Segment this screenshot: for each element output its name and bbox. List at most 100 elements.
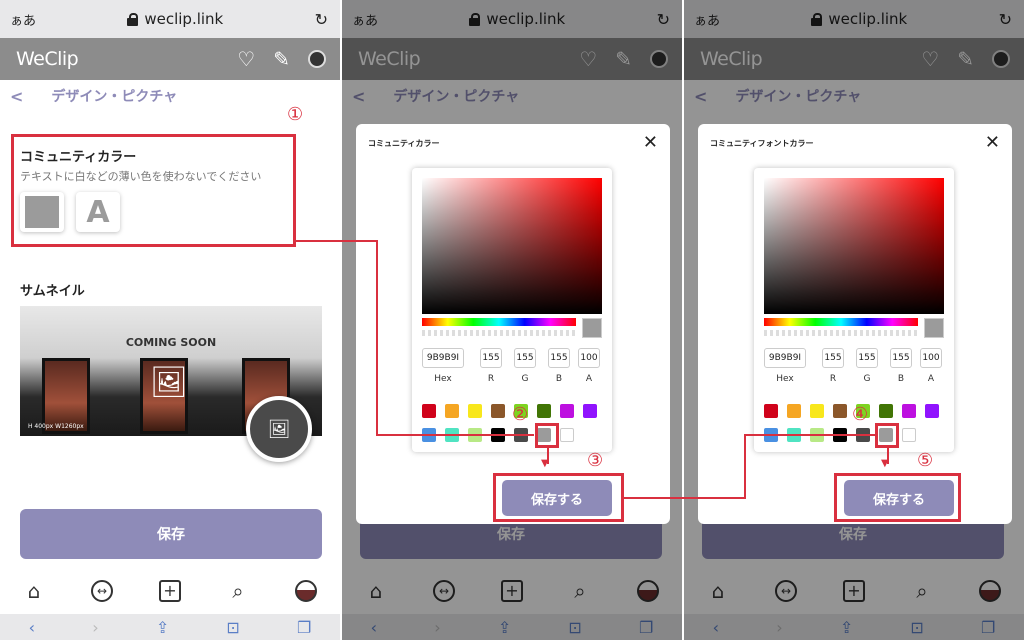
safari-toolbar: ‹ › ⇪ ⊡ ❐ <box>0 614 340 640</box>
preset-swatch[interactable] <box>560 428 574 442</box>
preset-swatch[interactable] <box>468 404 482 418</box>
hue-slider[interactable] <box>422 318 576 326</box>
a-field[interactable]: 100 <box>578 348 600 368</box>
annotation-5: ⑤ <box>917 450 934 471</box>
r-field[interactable]: 155 <box>822 348 844 368</box>
hex-field[interactable]: 9B9B9I <box>764 348 806 368</box>
preset-swatch[interactable] <box>810 404 824 418</box>
tabs-icon[interactable]: ❐ <box>297 618 311 637</box>
heart-icon[interactable]: ♡ <box>237 47 255 71</box>
forward-icon[interactable]: › <box>92 618 98 637</box>
a-label: A <box>585 374 593 384</box>
g-field[interactable]: 155 <box>514 348 536 368</box>
arrow-head: ▼ <box>541 458 549 469</box>
preset-swatch[interactable] <box>902 404 916 418</box>
save-button[interactable]: 保存 <box>20 509 322 559</box>
page-title: デザイン・ピクチャ <box>51 89 178 105</box>
preset-swatch[interactable] <box>537 404 551 418</box>
connector-line <box>744 434 746 499</box>
weclip-logo[interactable]: WeClip <box>16 48 79 70</box>
thumbnail-size: H 400px W1260px <box>28 423 84 430</box>
account-avatar[interactable] <box>308 50 326 68</box>
highlight-box <box>535 423 559 448</box>
preset-swatch[interactable] <box>787 404 801 418</box>
g-label: G <box>863 374 871 384</box>
annotation-1: ① <box>287 104 304 125</box>
hue-slider[interactable] <box>764 318 918 326</box>
poster-heading: COMING SOON <box>125 336 217 349</box>
connector-line <box>376 240 378 436</box>
back-icon[interactable]: ‹ <box>29 618 35 637</box>
preset-swatch[interactable] <box>491 404 505 418</box>
modal-title: コミュニティカラー <box>368 139 440 148</box>
saturation-area[interactable] <box>422 178 602 314</box>
screen-3: ぁあ weclip.link ↻ WeClip ♡ ✎ < デザイン・ピクチャ … <box>684 0 1024 640</box>
screen-2: ぁあ weclip.link ↻ WeClip ♡ ✎ < デザイン・ピクチャ … <box>342 0 682 640</box>
thumbnail-title: サムネイル <box>20 284 85 299</box>
lock-icon <box>127 12 139 26</box>
change-thumbnail-button[interactable]: 🖼 <box>246 396 312 462</box>
preset-swatch[interactable] <box>560 404 574 418</box>
add-image-icon: 🖼 <box>267 418 291 440</box>
add-image-icon: 🖼 <box>150 365 189 400</box>
url-display[interactable]: weclip.link <box>127 10 223 28</box>
home-icon[interactable]: ⌂ <box>23 579 45 603</box>
preset-swatch[interactable] <box>764 404 778 418</box>
connector-line <box>624 497 746 499</box>
b-field[interactable]: 155 <box>548 348 570 368</box>
highlight-box <box>493 473 624 522</box>
color-picker-modal: コミュニティカラー ✕ 9B9B9I Hex 155 R 155 G 155 B 100 A 保存… <box>356 124 670 524</box>
back-icon[interactable]: < <box>10 87 23 106</box>
hex-label: Hex <box>434 374 452 384</box>
bottom-nav: ⌂ ↔ + ⌕ <box>0 568 340 614</box>
a-field[interactable]: 100 <box>920 348 942 368</box>
preset-swatch[interactable] <box>925 404 939 418</box>
preset-swatch[interactable] <box>422 404 436 418</box>
annotation-2: ② <box>512 404 529 425</box>
exchange-icon[interactable]: ↔ <box>91 580 113 602</box>
r-label: R <box>487 374 495 384</box>
b-field[interactable]: 155 <box>890 348 912 368</box>
hex-label: Hex <box>776 374 794 384</box>
add-icon[interactable]: + <box>159 580 181 602</box>
preset-swatch[interactable] <box>833 404 847 418</box>
connector-line <box>296 240 378 242</box>
connector-line <box>744 434 876 436</box>
a-label: A <box>927 374 935 384</box>
annotation-4: ④ <box>852 404 869 425</box>
alpha-slider[interactable] <box>422 330 576 336</box>
search-icon[interactable]: ⌕ <box>227 579 249 603</box>
current-color-preview <box>924 318 944 338</box>
current-color-preview <box>582 318 602 338</box>
connector-line <box>376 434 534 436</box>
highlight-box <box>834 473 961 522</box>
r-label: R <box>829 374 837 384</box>
highlight-box <box>11 134 296 247</box>
preset-swatch[interactable] <box>879 404 893 418</box>
reload-icon[interactable]: ↻ <box>315 10 328 29</box>
saturation-area[interactable] <box>764 178 944 314</box>
screen-1: ぁあ weclip.link ↻ WeClip ♡ ✎ < デザイン・ピクチャ … <box>0 0 340 640</box>
profile-icon[interactable] <box>295 580 317 602</box>
text-size-button[interactable]: ぁあ <box>10 10 36 29</box>
close-icon[interactable]: ✕ <box>643 132 658 153</box>
bookmarks-icon[interactable]: ⊡ <box>226 618 239 637</box>
preset-swatch[interactable] <box>583 404 597 418</box>
close-icon[interactable]: ✕ <box>985 132 1000 153</box>
hex-field[interactable]: 9B9B9I <box>422 348 464 368</box>
r-field[interactable]: 155 <box>480 348 502 368</box>
share-icon[interactable]: ⇪ <box>156 618 169 637</box>
browser-url-bar[interactable]: ぁあ weclip.link ↻ <box>0 0 340 38</box>
g-label: G <box>521 374 529 384</box>
highlight-box <box>875 423 899 448</box>
create-icon[interactable]: ✎ <box>273 47 290 71</box>
modal-title: コミュニティフォントカラー <box>710 139 814 148</box>
preset-swatch[interactable] <box>902 428 916 442</box>
g-field[interactable]: 155 <box>856 348 878 368</box>
preset-swatch[interactable] <box>445 404 459 418</box>
b-label: B <box>897 374 905 384</box>
app-header: WeClip ♡ ✎ <box>0 38 340 80</box>
b-label: B <box>555 374 563 384</box>
alpha-slider[interactable] <box>764 330 918 336</box>
arrow-head: ▼ <box>881 458 889 469</box>
